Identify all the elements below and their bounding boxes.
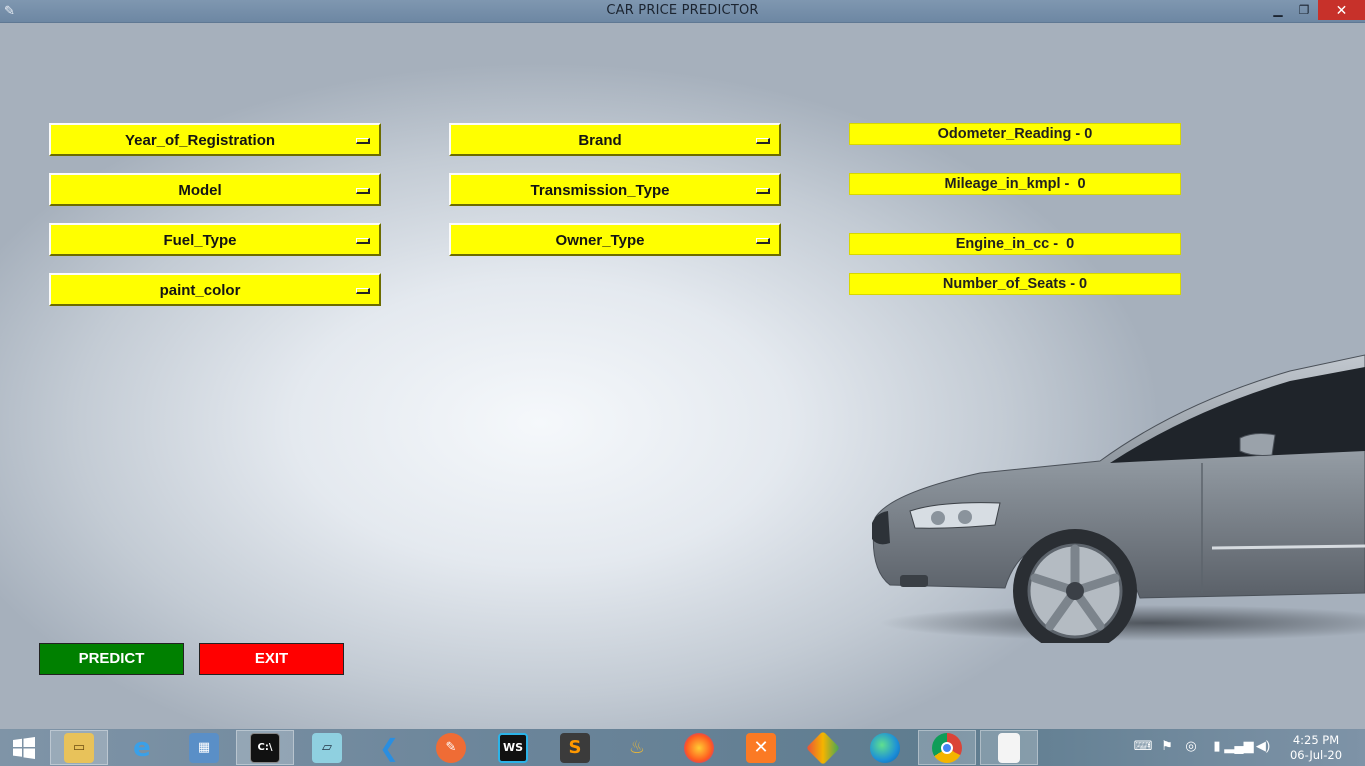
taskbar-git-extensions[interactable] [794,730,852,765]
taskbar-chrome[interactable] [918,730,976,765]
system-clock[interactable]: 4:25 PM 06-Jul-20 [1280,733,1352,763]
model-dropdown[interactable]: Model [49,173,381,206]
dropdown-indicator-icon [356,138,370,144]
odometer-reading-slider[interactable]: Odometer_Reading - 0 [849,123,1181,145]
title-bar: ✎ CAR PRICE PREDICTOR ▁ ❐ ✕ [0,0,1365,23]
dropdown-label: Year_of_Registration [124,132,276,149]
genie-lamp-icon: ♨ [628,737,646,758]
control-panel-icon: ▦ [189,732,219,763]
dropdown-label: Model [178,182,222,199]
taskbar-xampp[interactable]: ✕ [732,730,790,765]
number-of-seats-slider[interactable]: Number_of_Seats - 0 [849,273,1181,295]
taskbar-firefox[interactable] [670,730,728,765]
firefox-icon [684,732,714,763]
volume-icon[interactable]: ◀) [1252,734,1274,758]
dropdown-indicator-icon [356,288,370,294]
taskbar-control-panel[interactable]: ▦ [175,730,233,765]
internet-explorer-icon: e [133,732,151,763]
sublime-text-icon: S [560,732,590,763]
taskbar-postman[interactable]: ✎ [422,730,480,765]
year-of-registration-dropdown[interactable]: Year_of_Registration [49,123,381,156]
paint-color-dropdown[interactable]: paint_color [49,273,381,306]
predict-button[interactable]: PREDICT [39,643,184,675]
window-title: CAR PRICE PREDICTOR [606,3,759,18]
command-prompt-icon: C:\ [250,732,280,763]
car-image [872,354,1365,643]
taskbar-internet-explorer[interactable]: e [113,730,171,765]
dropdown-indicator-icon [356,238,370,244]
dropdown-indicator-icon [756,138,770,144]
blank-file-icon [998,732,1020,763]
dropdown-indicator-icon [756,238,770,244]
language-icon[interactable]: ⌨ [1132,734,1154,758]
dropdown-label: Brand [578,132,622,149]
notepad-icon: ▱ [312,732,342,763]
taskbar-command-prompt[interactable]: C:\ [236,730,294,765]
exit-button[interactable]: EXIT [199,643,344,675]
main-window: Year_of_Registration Model Fuel_Type pai… [0,23,1365,729]
edge-icon [870,732,900,763]
taskbar-webstorm[interactable]: WS [484,730,542,765]
dropdown-label: Transmission_Type [530,182,670,199]
transmission-type-dropdown[interactable]: Transmission_Type [449,173,781,206]
owner-type-dropdown[interactable]: Owner_Type [449,223,781,256]
close-button[interactable]: ✕ [1318,0,1365,20]
engine-cc-slider[interactable]: Engine_in_cc - 0 [849,233,1181,255]
maximize-button[interactable]: ❐ [1291,0,1317,20]
clock-date: 06-Jul-20 [1289,748,1343,762]
brand-dropdown[interactable]: Brand [449,123,781,156]
taskbar-sublime-text[interactable]: S [546,730,604,765]
odometer-reading-label: Odometer_Reading - 0 [937,126,1093,142]
minimize-button[interactable]: ▁ [1265,0,1291,20]
postman-icon: ✎ [436,732,466,763]
webstorm-icon: WS [498,732,528,763]
file-explorer-icon: ▭ [64,732,94,763]
taskbar: ▭ e ▦ C:\ ▱ ❮ ✎ WS S ♨ ✕ ⌨ ⚑ ◎ ▮ ▂▄▆ ◀) … [0,729,1365,766]
vscode-icon: ❮ [378,733,400,762]
chrome-icon [932,732,962,763]
taskbar-genie-lamp[interactable]: ♨ [608,730,666,765]
fuel-type-dropdown[interactable]: Fuel_Type [49,223,381,256]
dropdown-label: paint_color [159,282,241,299]
flag-icon[interactable]: ⚑ [1156,734,1178,758]
network-signal-icon[interactable]: ▂▄▆ [1224,734,1253,758]
start-icon [13,736,35,759]
dropdown-label: Owner_Type [555,232,645,249]
clock-time: 4:25 PM [1292,733,1340,747]
taskbar-vscode[interactable]: ❮ [360,730,418,765]
start-button[interactable] [0,730,48,765]
xampp-icon: ✕ [746,732,776,763]
number-of-seats-label: Number_of_Seats - 0 [942,276,1088,292]
mileage-slider[interactable]: Mileage_in_kmpl - 0 [849,173,1181,195]
taskbar-edge[interactable] [856,730,914,765]
engine-cc-label: Engine_in_cc - 0 [955,236,1075,252]
git-extensions-icon [806,730,840,765]
dropdown-label: Fuel_Type [163,232,237,249]
taskbar-blank-file[interactable] [980,730,1038,765]
dropdown-indicator-icon [756,188,770,194]
dropdown-indicator-icon [356,188,370,194]
sync-icon[interactable]: ◎ [1180,734,1202,758]
mileage-label: Mileage_in_kmpl - 0 [944,176,1086,192]
taskbar-notepad[interactable]: ▱ [298,730,356,765]
taskbar-file-explorer[interactable]: ▭ [50,730,108,765]
